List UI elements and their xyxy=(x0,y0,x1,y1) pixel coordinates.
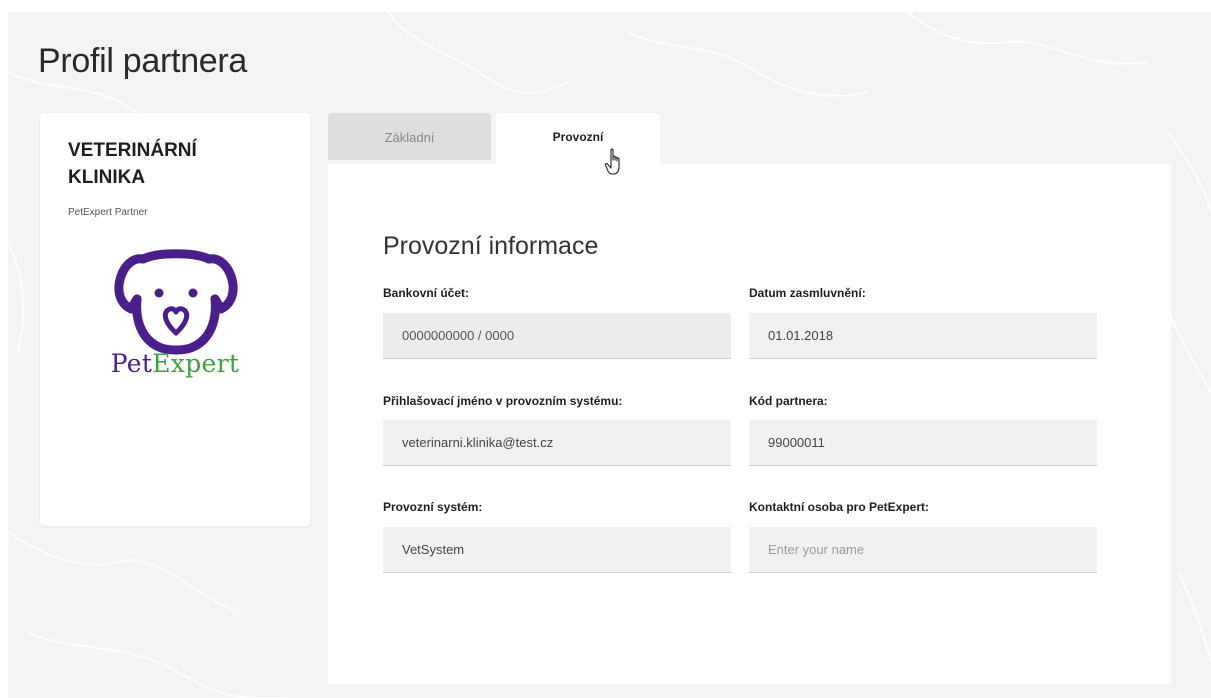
partner-code-label: Kód partnera: xyxy=(749,394,828,408)
tab-basic[interactable]: Základní xyxy=(328,113,491,160)
login-name-label: Přihlašovací jméno v provozním systému: xyxy=(383,394,623,408)
contact-person-field[interactable] xyxy=(749,527,1097,573)
contract-date-label: Datum zasmluvnění: xyxy=(749,286,866,300)
logo-text-pet: Pet xyxy=(110,349,153,378)
operational-panel: Provozní informace Bankovní účet: Datum … xyxy=(328,164,1171,684)
operating-system-label: Provozní systém: xyxy=(383,500,483,514)
logo-text-expert: Expert xyxy=(152,349,240,378)
bank-account-field[interactable] xyxy=(383,313,731,359)
petexpert-logo-text: PetExpert xyxy=(40,349,310,378)
partner-code-field[interactable] xyxy=(749,420,1097,466)
tab-operational[interactable]: Provozní xyxy=(496,113,660,165)
bank-account-label: Bankovní účet: xyxy=(383,286,470,300)
partner-subtitle: PetExpert Partner xyxy=(68,207,148,218)
hand-pointer-icon xyxy=(604,148,620,175)
page-background: Profil partnera VETERINÁRNÍ KLINIKA PetE… xyxy=(8,12,1211,698)
page-title: Profil partnera xyxy=(38,42,248,80)
contract-date-field[interactable] xyxy=(749,313,1097,359)
partner-name: VETERINÁRNÍ KLINIKA xyxy=(68,140,197,188)
operating-system-field[interactable] xyxy=(383,527,731,573)
section-title: Provozní informace xyxy=(383,232,599,260)
login-name-field[interactable] xyxy=(383,420,731,466)
dog-logo-icon xyxy=(114,249,238,355)
contact-person-label: Kontaktní osoba pro PetExpert: xyxy=(749,500,930,514)
partner-card: VETERINÁRNÍ KLINIKA PetExpert Partner Pe… xyxy=(40,113,310,526)
